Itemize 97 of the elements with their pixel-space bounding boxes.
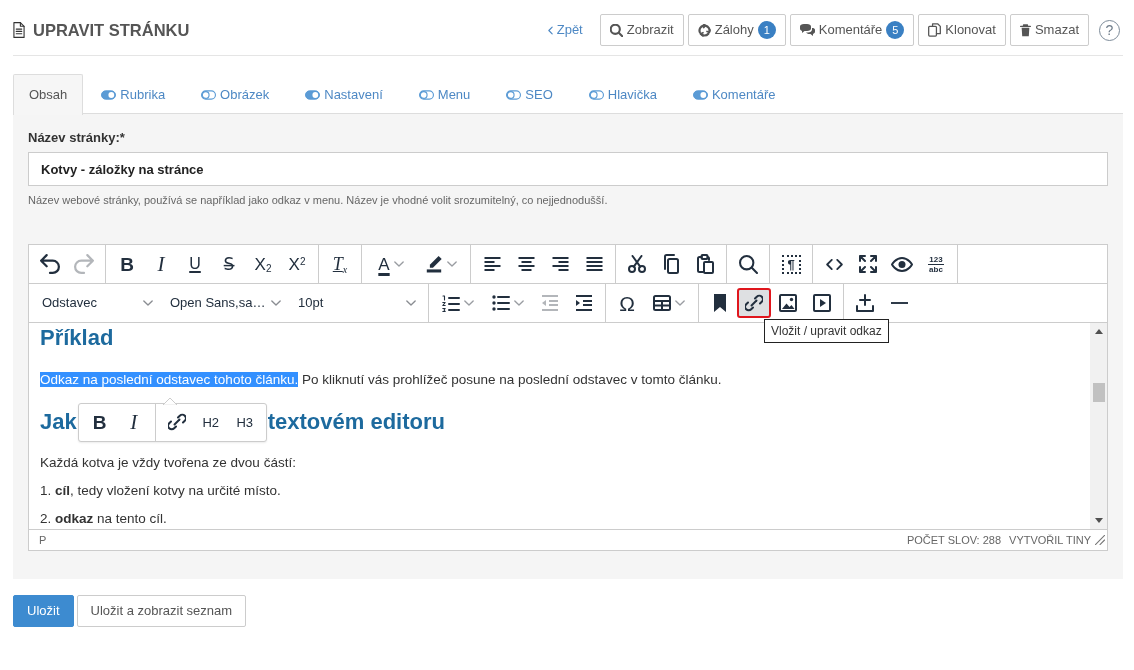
chevron-down-icon	[464, 300, 474, 306]
clear-formatting-button[interactable]: T$_{x}$	[323, 249, 357, 279]
bookmark-icon	[714, 294, 726, 312]
field-label: Název stránky:*	[28, 130, 126, 146]
element-path[interactable]: P	[39, 531, 47, 549]
scissors-icon	[628, 255, 646, 273]
align-right-icon	[551, 257, 569, 271]
comments-icon	[799, 24, 815, 36]
fullscreen-icon	[859, 255, 877, 273]
comments-button[interactable]: Komentáře 5	[789, 14, 915, 46]
tab[interactable]: Obrázek	[183, 74, 288, 115]
plus-tray-icon	[856, 294, 874, 312]
text-color-button[interactable]: A	[366, 249, 416, 279]
backups-button[interactable]: Zálohy 1	[687, 14, 786, 46]
undo-icon	[40, 254, 60, 274]
chevron-down-icon	[143, 300, 153, 306]
resize-handle-icon	[1095, 535, 1105, 545]
underline-button[interactable]: U	[178, 249, 212, 279]
back-link[interactable]: Zpět	[547, 20, 583, 40]
scrollbar-thumb[interactable]	[1092, 383, 1105, 402]
view-button[interactable]: Zobrazit	[599, 14, 684, 46]
page-name-input[interactable]: Kotvy - záložky na stránce	[28, 152, 1108, 186]
tooltip: Vložit / upravit odkaz	[764, 319, 889, 343]
save-button[interactable]: Uložit	[13, 595, 74, 627]
image-icon	[779, 294, 797, 312]
tab[interactable]: Obsah	[13, 74, 84, 115]
special-character-button[interactable]: Ω	[610, 288, 644, 318]
paragraph-text: Po kliknutí vás prohlížeč posune na poslední odstavec v tomto článku.	[301, 372, 722, 387]
chevron-down-icon	[675, 300, 685, 306]
paragraph: 1. cíl, tedy vložení kotvy na určité místo.	[40, 482, 281, 500]
superscript-button[interactable]: X$^{2}$	[280, 249, 314, 279]
selected-text: Odkaz na poslední odstavec tohoto článku.	[40, 372, 299, 387]
clone-button[interactable]: Klonovat	[918, 14, 1006, 46]
font-family-select[interactable]: Open Sans,sa…	[161, 288, 289, 318]
count-badge: 1	[757, 21, 776, 39]
bullet-list-icon	[492, 295, 510, 311]
bold-button[interactable]: B	[82, 407, 117, 437]
align-justify-icon	[585, 257, 603, 271]
document-icon	[13, 22, 25, 38]
recycle-icon	[697, 23, 711, 37]
horizontal-line-icon	[890, 302, 908, 304]
chevron-left-icon	[547, 25, 553, 35]
save-and-list-button[interactable]: Uložit a zobrazit seznam	[76, 595, 247, 627]
search-icon	[609, 23, 623, 37]
powered-by-link[interactable]: VYTVOŘIL TINY	[1009, 531, 1091, 549]
chevron-down-icon	[271, 300, 281, 306]
block-format-select[interactable]: Odstavec	[33, 288, 161, 318]
word-count-button[interactable]: 123 abc	[919, 249, 953, 279]
copy-icon	[663, 254, 679, 274]
align-left-icon	[483, 257, 501, 271]
paragraph: Každá kotva je vždy tvořena ze dvou částí:	[40, 454, 296, 472]
italic-button[interactable]: I	[116, 407, 151, 437]
help-button[interactable]: ?	[1099, 19, 1120, 41]
delete-button[interactable]: Smazat	[1009, 14, 1089, 46]
clone-icon	[928, 23, 942, 37]
heading-text: textovém editoru	[267, 408, 445, 436]
scrollbar[interactable]	[1090, 323, 1107, 529]
numbered-list-icon	[442, 294, 460, 312]
heading-text: Jak	[40, 408, 77, 436]
link-icon	[167, 413, 186, 431]
scroll-up-icon	[1094, 329, 1103, 334]
trash-icon	[1019, 23, 1031, 37]
link-icon	[745, 294, 763, 312]
search-icon	[738, 254, 758, 274]
page-title: UPRAVIT STRÁNKU	[33, 19, 190, 41]
italic-button[interactable]: I	[144, 249, 178, 279]
strikethrough-button[interactable]: S̶	[212, 249, 246, 279]
heading-3-button[interactable]: H3	[227, 407, 262, 437]
tab[interactable]: Hlavička	[570, 74, 675, 115]
chevron-down-icon	[446, 261, 457, 267]
bold-button[interactable]: B	[110, 249, 144, 279]
link-button[interactable]	[737, 288, 771, 318]
heading-2-button[interactable]: H2	[193, 407, 228, 437]
code-icon	[825, 258, 843, 270]
play-icon	[813, 294, 831, 312]
font-size-select[interactable]: 10pt	[289, 288, 424, 318]
chevron-down-icon	[514, 300, 524, 306]
help-text: Název webové stránky, používá se například jako odkaz v menu. Název je vhodné volit srozumitelný, co nejjednodušší.	[28, 194, 609, 207]
scroll-down-icon	[1094, 518, 1103, 523]
subscript-button[interactable]: X$_{2}$	[246, 249, 280, 279]
highlighter-icon	[425, 255, 443, 273]
show-blocks-button[interactable]: ¶	[774, 249, 808, 279]
table-icon	[653, 295, 671, 311]
outdent-icon	[542, 295, 558, 311]
eye-icon	[891, 256, 913, 272]
chevron-down-icon	[393, 261, 404, 267]
align-center-icon	[517, 257, 535, 271]
clipboard-icon	[696, 254, 714, 274]
redo-icon	[74, 254, 94, 274]
tab[interactable]: Menu	[400, 74, 489, 115]
indent-icon	[576, 295, 592, 311]
paragraph: 2. odkaz na tento cíl.	[40, 510, 167, 528]
tab[interactable]: SEO	[488, 74, 571, 115]
heading: Příklad	[40, 324, 114, 352]
chevron-down-icon	[406, 300, 416, 306]
count-badge: 5	[886, 21, 905, 39]
word-count[interactable]: POČET SLOV: 288	[906, 531, 1002, 549]
